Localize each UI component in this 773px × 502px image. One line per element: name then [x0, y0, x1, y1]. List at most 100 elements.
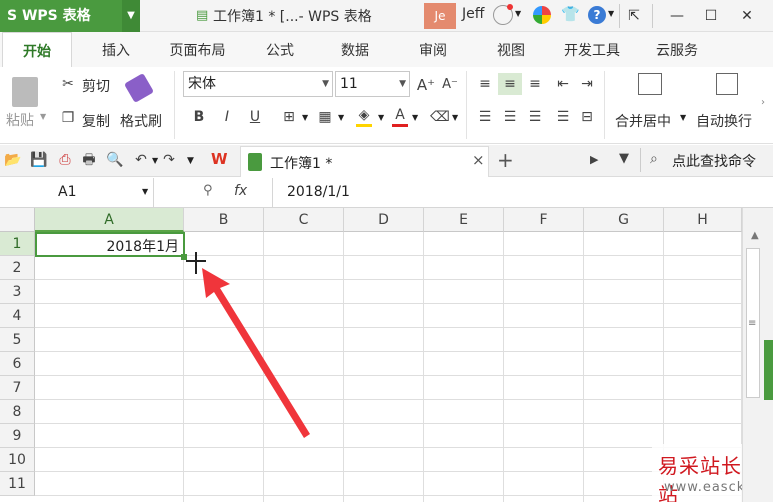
column-header[interactable]: B [184, 208, 264, 232]
font-name-select[interactable]: 宋体 ▼ [183, 71, 333, 97]
chevron-down-icon[interactable]: ▼ [40, 112, 46, 121]
open-folder-icon[interactable]: 📂 [4, 149, 22, 171]
chevron-down-icon[interactable]: ▼ [399, 72, 406, 96]
cell-a1[interactable]: 2018年1月 [35, 232, 185, 257]
row-header[interactable]: 2 [0, 256, 35, 280]
wrap-text-button[interactable]: 自动换行 [696, 111, 752, 131]
vertical-scrollbar[interactable]: ▲ ≡ [742, 208, 773, 502]
increase-indent-icon[interactable]: ⇥ [576, 73, 598, 95]
row-header[interactable]: 1 [0, 232, 35, 256]
chevron-down-icon[interactable]: ▼ [152, 156, 158, 165]
chevron-down-icon[interactable]: ▼ [378, 113, 384, 122]
font-color-icon[interactable]: A [391, 104, 409, 126]
print-preview-icon[interactable]: 🔍 [106, 149, 124, 171]
maximize-button[interactable]: ☐ [699, 4, 723, 28]
scroll-up-icon[interactable]: ▲ [751, 230, 759, 241]
font-size-select[interactable]: 11 ▼ [335, 71, 410, 97]
customize-toolbar-icon[interactable]: ▼ [187, 156, 194, 166]
column-header[interactable]: F [504, 208, 584, 232]
paste-button[interactable]: 粘贴 [6, 110, 34, 130]
tab-developer[interactable]: 开发工具 [552, 32, 632, 67]
shirt-icon[interactable]: 👕 [561, 5, 580, 23]
close-tab-button[interactable]: × [472, 151, 485, 169]
insert-function-button[interactable]: fx [234, 183, 247, 199]
chevron-down-icon[interactable]: ▼ [412, 113, 418, 122]
align-left-icon[interactable]: ☰ [474, 106, 496, 128]
side-panel-toggle[interactable] [764, 340, 773, 400]
cell-style-icon[interactable]: ▦ [314, 106, 336, 128]
select-all-corner[interactable] [0, 208, 35, 232]
border-icon[interactable]: ⊞ [278, 106, 300, 128]
ribbon-scroll-right-icon[interactable]: › [761, 97, 765, 108]
app-menu-dropdown-icon[interactable]: ▼ [122, 0, 140, 32]
column-header[interactable]: G [584, 208, 664, 232]
column-header[interactable]: D [344, 208, 424, 232]
increase-font-icon[interactable]: A⁺ [416, 74, 436, 96]
tab-view[interactable]: 视图 [481, 32, 541, 67]
help-icon[interactable]: ? [588, 6, 606, 24]
row-header[interactable]: 7 [0, 376, 35, 400]
chevron-down-icon[interactable]: ▼ [608, 9, 614, 18]
format-painter-icon[interactable] [123, 72, 155, 104]
wps-logo-icon[interactable]: W [211, 150, 228, 168]
merge-center-icon[interactable] [638, 73, 662, 95]
chevron-down-icon[interactable]: ▼ [452, 113, 458, 122]
row-header[interactable]: 9 [0, 424, 35, 448]
distributed-align-icon[interactable]: ⊟ [576, 106, 598, 128]
row-header[interactable]: 5 [0, 328, 35, 352]
minimize-button[interactable]: — [665, 4, 689, 28]
tab-home[interactable]: 开始 [2, 32, 72, 67]
underline-button[interactable]: U [246, 106, 264, 128]
redo-icon[interactable]: ↷ [160, 149, 178, 171]
row-header[interactable]: 11 [0, 472, 35, 496]
align-right-icon[interactable]: ☰ [524, 106, 546, 128]
undo-icon[interactable]: ↶ [132, 149, 150, 171]
search-icon[interactable]: ⌕ [650, 151, 658, 167]
tab-formulas[interactable]: 公式 [250, 32, 310, 67]
skin-icon[interactable] [533, 6, 551, 24]
decrease-indent-icon[interactable]: ⇤ [552, 73, 574, 95]
column-header[interactable]: H [664, 208, 742, 232]
tab-insert[interactable]: 插入 [86, 32, 146, 67]
copy-button[interactable]: 复制 [82, 111, 110, 131]
align-center-icon[interactable]: ☰ [499, 106, 521, 128]
row-header[interactable]: 8 [0, 400, 35, 424]
align-top-icon[interactable]: ≡ [474, 73, 496, 95]
fill-color-icon[interactable]: ◈ [354, 104, 374, 126]
paste-icon[interactable] [12, 77, 38, 107]
align-bottom-icon[interactable]: ≡ [524, 73, 546, 95]
export-pdf-icon[interactable]: ⎙ [56, 149, 74, 171]
column-header[interactable]: A [35, 208, 184, 232]
italic-button[interactable]: I [218, 106, 236, 128]
decrease-font-icon[interactable]: A⁻ [440, 74, 460, 96]
chevron-down-icon[interactable]: ▼ [680, 113, 686, 122]
tab-cloud-services[interactable]: 云服务 [642, 32, 712, 67]
user-name[interactable]: Jeff [462, 6, 484, 22]
tab-page-layout[interactable]: 页面布局 [160, 32, 235, 67]
chevron-down-icon[interactable]: ▼ [338, 113, 344, 122]
align-middle-icon[interactable]: ≡ [499, 73, 521, 95]
chevron-down-icon[interactable]: ▼ [322, 72, 329, 96]
tab-review[interactable]: 审阅 [403, 32, 463, 67]
close-window-button[interactable]: ✕ [735, 4, 759, 28]
copy-icon[interactable]: ❐ [58, 107, 78, 129]
app-menu-button[interactable]: S WPS 表格 [0, 0, 122, 32]
print-icon[interactable]: 🖶 [80, 149, 98, 171]
tab-data[interactable]: 数据 [325, 32, 385, 67]
new-tab-button[interactable]: + [497, 148, 514, 172]
chevron-down-icon[interactable]: ▼ [142, 187, 148, 196]
formula-input[interactable]: 2018/1/1 [287, 184, 350, 200]
comment-icon[interactable]: ▼ [619, 151, 629, 166]
document-tab[interactable]: 工作簿1 * × [240, 146, 489, 177]
restore-window-button[interactable]: ⇱ [622, 4, 646, 28]
chevron-down-icon[interactable]: ▼ [515, 9, 521, 18]
name-box[interactable]: A1 ▼ [0, 178, 154, 207]
justify-icon[interactable]: ☰ [552, 106, 574, 128]
wrap-text-icon[interactable] [716, 73, 738, 95]
user-avatar[interactable]: Je [424, 3, 456, 29]
column-header[interactable]: E [424, 208, 504, 232]
merge-center-button[interactable]: 合并居中 [615, 111, 671, 131]
translate-icon[interactable]: ▶ [590, 153, 598, 166]
row-header[interactable]: 10 [0, 448, 35, 472]
scissors-icon[interactable]: ✂ [58, 73, 78, 95]
